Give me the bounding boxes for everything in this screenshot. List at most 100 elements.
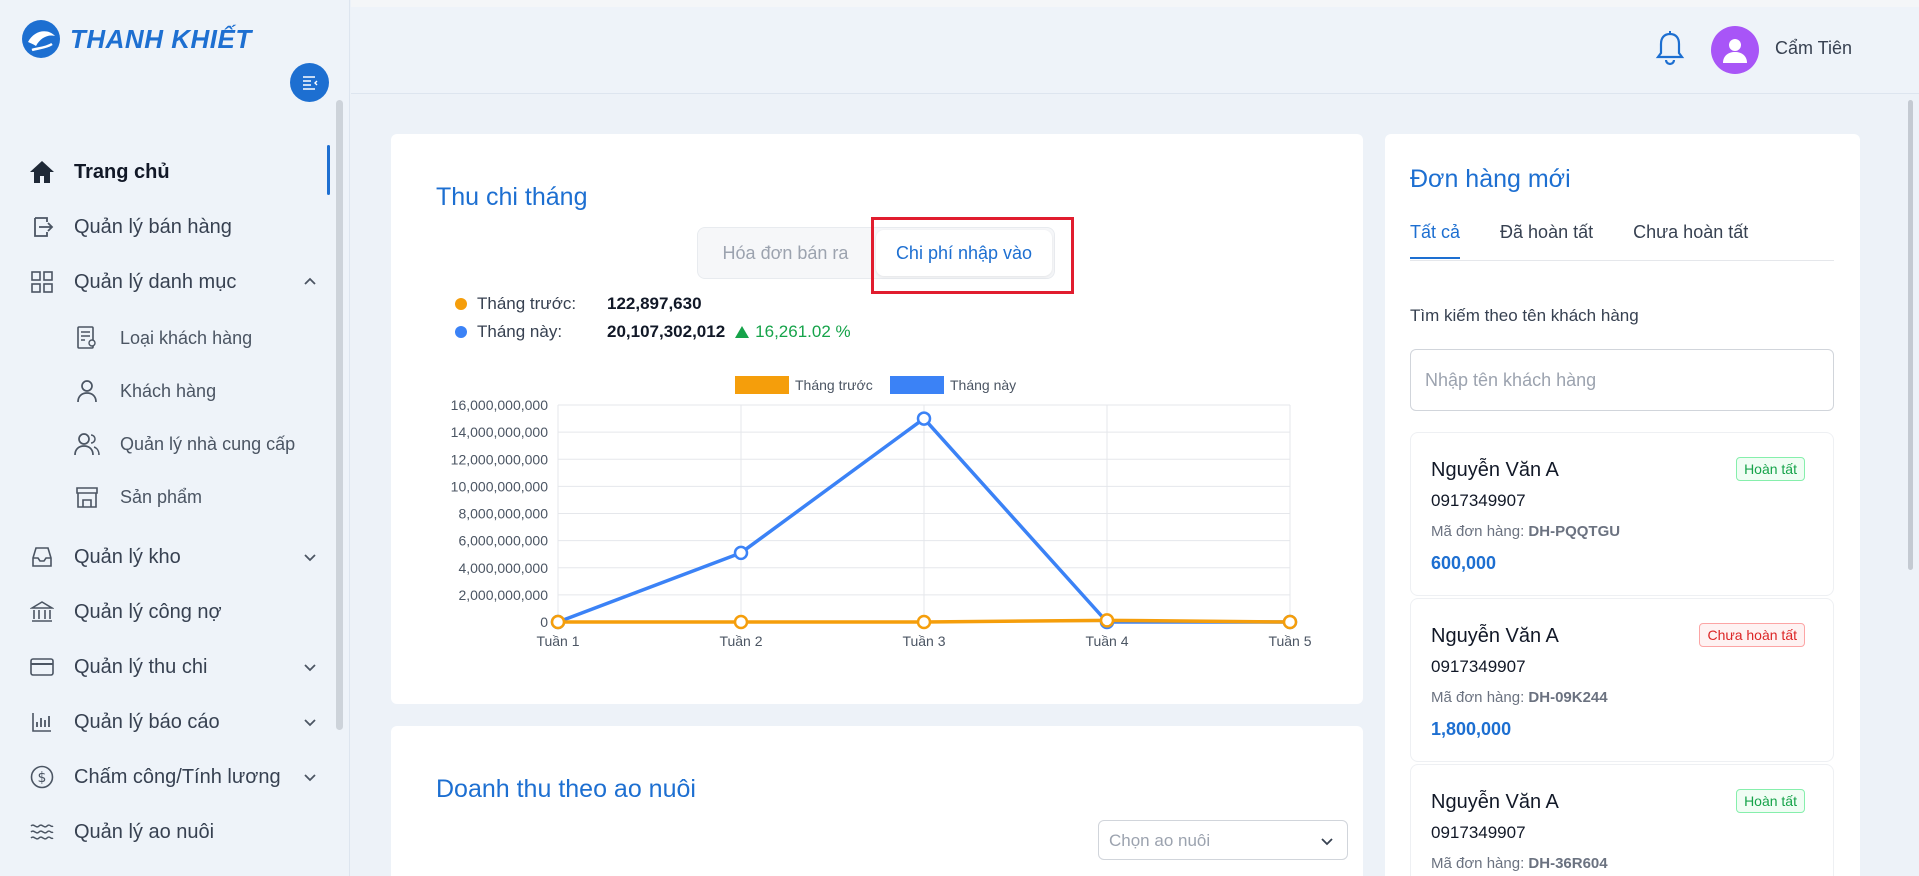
- sidebar-item-label: Chấm công/Tính lương: [74, 765, 281, 788]
- status-badge: Chưa hoàn tất: [1699, 623, 1805, 647]
- order-code-label: Mã đơn hàng:: [1431, 689, 1525, 706]
- bar-chart-icon: [28, 708, 56, 736]
- data-point: [733, 545, 749, 561]
- order-code-value: DH-36R604: [1528, 855, 1608, 872]
- sidebar-item-label: Quản lý thu chi: [74, 655, 208, 678]
- document-user-icon: [74, 325, 100, 351]
- sidebar-item-sales[interactable]: Quản lý bán hàng: [28, 209, 318, 245]
- last-month-stat: Tháng trước: 122,897,630: [455, 293, 712, 315]
- order-price: 1,800,000: [1431, 719, 1512, 739]
- arrow-up-icon: [735, 326, 750, 338]
- sidebar-item-label: Quản lý công nợ: [74, 600, 222, 623]
- user-avatar-icon: [1723, 39, 1747, 63]
- fish-logo-icon: [22, 20, 60, 58]
- chevron-down-icon: [304, 719, 316, 727]
- order-card[interactable]: Nguyễn Văn A Chưa hoàn tất 0917349907 Mã…: [1410, 598, 1834, 762]
- order-phone: 0917349907: [1431, 657, 1526, 676]
- order-customer-name: Nguyễn Văn A: [1431, 459, 1559, 481]
- sidebar-scrollbar[interactable]: [336, 100, 343, 730]
- y-tick-label: 8,000,000,000: [458, 506, 548, 522]
- sidebar-item-label: Quản lý bán hàng: [74, 215, 232, 238]
- sidebar-subitem-label: Khách hàng: [120, 380, 217, 401]
- sidebar-item-catalog[interactable]: Quản lý danh mục: [28, 264, 318, 300]
- sidebar-item-label: Quản lý danh mục: [74, 270, 237, 293]
- data-point: [733, 614, 749, 630]
- sidebar-subitem-label: Sản phẩm: [120, 486, 203, 507]
- last-month-dot: [455, 298, 467, 310]
- chevron-up-icon: [304, 277, 316, 285]
- tab-completed[interactable]: Đã hoàn tất: [1500, 222, 1593, 259]
- brand-logo[interactable]: THANH KHIẾT: [20, 18, 252, 60]
- tab-incomplete[interactable]: Chưa hoàn tất: [1633, 222, 1748, 259]
- y-tick-label: 12,000,000,000: [451, 451, 549, 467]
- sidebar-subitem-products[interactable]: Sản phẩm: [74, 481, 202, 513]
- order-price: 600,000: [1431, 553, 1497, 573]
- y-tick-label: 6,000,000,000: [458, 533, 548, 549]
- x-tick-label: Tuần 4: [1085, 633, 1128, 649]
- sidebar-subitem-label: Loại khách hàng: [120, 327, 253, 348]
- user-icon: [74, 378, 100, 404]
- sidebar-item-debts[interactable]: Quản lý công nợ: [28, 594, 318, 630]
- order-card[interactable]: Nguyễn Văn A Hoàn tất 0917349907 Mã đơn …: [1410, 764, 1834, 876]
- pond-revenue-title: Doanh thu theo ao nuôi: [436, 775, 696, 803]
- sidebar-subitem-label: Quản lý nhà cung cấp: [120, 433, 296, 454]
- sidebar-subitem-suppliers[interactable]: Quản lý nhà cung cấp: [74, 428, 295, 460]
- sidebar-item-warehouse[interactable]: Quản lý kho: [28, 539, 318, 575]
- y-tick-label: 0: [540, 614, 548, 630]
- bank-icon: [28, 598, 56, 626]
- y-tick-label: 10,000,000,000: [451, 478, 549, 494]
- sidebar-item-finance[interactable]: Quản lý thu chi: [28, 649, 318, 685]
- sidebar: THANH KHIẾT Trang chủ Quản lý bán hàng Q…: [0, 0, 350, 876]
- order-customer-name: Nguyễn Văn A: [1431, 625, 1559, 647]
- toggle-sales-invoices[interactable]: Hóa đơn bán ra: [698, 228, 873, 278]
- pond-select-placeholder: Chọn ao nuôi: [1109, 831, 1211, 850]
- order-customer-name: Nguyễn Văn A: [1431, 791, 1559, 813]
- notification-button[interactable]: [1655, 30, 1685, 71]
- data-point: [1282, 614, 1298, 630]
- active-indicator: [327, 145, 330, 195]
- orders-tabs: Tất cả Đã hoàn tất Chưa hoàn tất: [1410, 222, 1788, 259]
- chevron-down-icon: [1321, 838, 1333, 846]
- x-tick-label: Tuần 2: [719, 633, 762, 649]
- sidebar-item-home[interactable]: Trang chủ: [28, 154, 318, 190]
- page-scrollbar[interactable]: [1908, 100, 1913, 570]
- brand-name: THANH KHIẾT: [70, 23, 252, 54]
- status-badge: Hoàn tất: [1736, 789, 1805, 813]
- grid-icon: [28, 268, 56, 296]
- customer-search-input[interactable]: [1410, 349, 1834, 411]
- sidebar-item-payroll[interactable]: $ Chấm công/Tính lương: [28, 759, 318, 795]
- order-code-value: DH-PQQTGU: [1528, 523, 1621, 540]
- data-point: [916, 614, 932, 630]
- sidebar-item-reports[interactable]: Quản lý báo cáo: [28, 704, 318, 740]
- collapse-sidebar-button[interactable]: [290, 63, 329, 102]
- order-code-value: DH-09K244: [1528, 689, 1608, 706]
- legend-swatch: [890, 376, 944, 394]
- legend-label: Tháng này: [950, 377, 1016, 393]
- store-icon: [74, 484, 100, 510]
- sidebar-subitem-customer-types[interactable]: Loại khách hàng: [74, 322, 252, 354]
- search-label: Tìm kiếm theo tên khách hàng: [1410, 306, 1639, 325]
- tab-all[interactable]: Tất cả: [1410, 222, 1461, 259]
- avatar[interactable]: [1711, 26, 1759, 74]
- data-point: [550, 614, 566, 630]
- x-tick-label: Tuần 1: [536, 633, 579, 649]
- change-percent: 16,261.02 %: [755, 322, 851, 341]
- chevron-down-icon: [304, 664, 316, 672]
- sidebar-item-label: Trang chủ: [74, 160, 170, 183]
- sales-icon: [28, 213, 56, 241]
- y-tick-label: 4,000,000,000: [458, 560, 548, 576]
- order-phone: 0917349907: [1431, 823, 1526, 842]
- sidebar-subitem-customers[interactable]: Khách hàng: [74, 375, 216, 407]
- order-card[interactable]: Nguyễn Văn A Hoàn tất 0917349907 Mã đơn …: [1410, 432, 1834, 596]
- data-point: [1099, 613, 1115, 628]
- sidebar-item-label: Quản lý báo cáo: [74, 710, 220, 733]
- order-code: Mã đơn hàng: DH-PQQTGU: [1431, 523, 1620, 540]
- status-badge: Hoàn tất: [1736, 457, 1805, 481]
- this-month-stat: Tháng này: 20,107,302,012 16,261.02 %: [455, 321, 851, 343]
- this-month-value: 20,107,302,012: [607, 322, 726, 341]
- order-code-label: Mã đơn hàng:: [1431, 855, 1525, 872]
- pond-select[interactable]: Chọn ao nuôi: [1098, 820, 1348, 860]
- order-code: Mã đơn hàng: DH-09K244: [1431, 689, 1608, 706]
- user-name[interactable]: Cẩm Tiên: [1775, 38, 1852, 59]
- sidebar-item-ponds[interactable]: Quản lý ao nuôi: [28, 814, 318, 850]
